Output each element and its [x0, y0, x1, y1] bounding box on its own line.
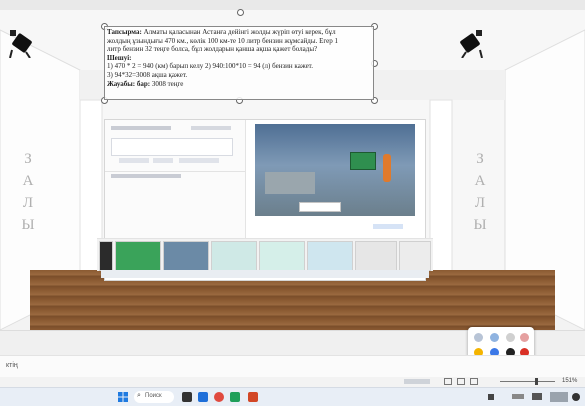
clock[interactable] — [550, 392, 568, 402]
pen-palette[interactable] — [468, 327, 534, 355]
normal-view-icon[interactable] — [444, 378, 452, 385]
scene-character — [383, 154, 391, 182]
zoom-slider-thumb[interactable] — [535, 378, 538, 385]
thumbnail — [163, 241, 209, 271]
problem-textbox[interactable]: Тапсырма: Алматы қаласынан Астанға дейін… — [104, 26, 374, 100]
scene-caption-box — [299, 202, 341, 212]
embedded-taskbar — [101, 270, 429, 278]
system-tray-icon[interactable] — [488, 394, 494, 400]
notes-toggle-button[interactable] — [404, 379, 430, 384]
network-icon[interactable] — [532, 393, 542, 400]
embedded-chip — [119, 158, 149, 163]
powerpoint-icon[interactable] — [248, 392, 258, 402]
thumbnail — [307, 241, 353, 271]
scene-desks — [265, 172, 315, 194]
solution-label: Шешуі: — [107, 53, 132, 62]
store-icon[interactable] — [230, 392, 240, 402]
left-letter: А — [22, 173, 34, 189]
close-icon[interactable] — [520, 333, 529, 342]
task-label: Тапсырма: — [107, 28, 142, 36]
solution-line: 1) 470 * 2 = 940 (км) барып келу 2) 940:… — [107, 62, 313, 71]
slide-canvas: З А Л Ы З А Л Ы Тапсырма: Алматы қаласын… — [0, 0, 585, 355]
color-swatch-yellow[interactable] — [474, 348, 483, 355]
notification-icon[interactable] — [572, 393, 580, 401]
embedded-scene-image — [255, 124, 415, 216]
taskbar-search-box[interactable]: Поиск ⌕ — [134, 391, 174, 403]
zoom-slider[interactable] — [500, 381, 555, 382]
right-letter: З — [476, 151, 484, 167]
edge-browser-icon[interactable] — [198, 392, 208, 402]
pencil-icon[interactable] — [506, 333, 515, 342]
language-indicator[interactable] — [512, 394, 524, 399]
chrome-browser-icon[interactable] — [214, 392, 224, 402]
task-line: Тапсырма: Алматы қаласынан Астанға дейін… — [107, 28, 371, 37]
highlighter-icon[interactable] — [490, 333, 499, 342]
embedded-app-screenshot — [97, 120, 433, 280]
stage-lamp-left-icon — [9, 30, 32, 58]
task-text: Алматы қаласынан Астанға дейінгі жолды ж… — [141, 28, 336, 36]
right-pillar — [429, 99, 453, 281]
embedded-left-pane — [105, 120, 246, 238]
thumbnail — [99, 241, 113, 271]
answer-label: Жауабы: бар: — [107, 79, 151, 88]
right-letter: Л — [474, 195, 486, 211]
notes-pane[interactable]: ктің — [0, 355, 585, 378]
thumbnail — [355, 241, 397, 271]
solution-line: 3) 94*32=3008 ақша қажет. — [107, 70, 188, 79]
answer-line: Жауабы: бар: 3008 теңге — [107, 80, 371, 89]
color-swatch-blue[interactable] — [490, 348, 499, 355]
sorter-view-icon[interactable] — [457, 378, 465, 385]
color-swatch-red[interactable] — [520, 348, 529, 355]
right-letter: А — [474, 173, 486, 189]
embedded-thumbnail-strip — [97, 238, 433, 271]
embedded-button — [373, 224, 403, 229]
thumbnail — [259, 241, 305, 271]
notes-text: ктің — [6, 362, 18, 369]
answer-value: 3008 теңге — [150, 79, 184, 88]
color-swatch-black[interactable] — [506, 348, 515, 355]
left-side-text: З А Л Ы — [18, 148, 38, 236]
windows-taskbar: Поиск ⌕ — [0, 387, 585, 406]
left-letter: Ы — [21, 217, 35, 233]
embedded-chip — [179, 158, 219, 163]
rotate-handle[interactable] — [237, 9, 244, 16]
status-bar: 151% — [0, 377, 585, 387]
task-line: литр бензин 32 теңге болса, бұл жолдарын… — [107, 45, 318, 54]
embedded-text-line — [111, 174, 181, 178]
stage-lamp-right-icon — [460, 30, 483, 58]
thumbnail — [211, 241, 257, 271]
thumbnail — [399, 241, 431, 271]
solution-heading: Шешуі: — [107, 54, 371, 63]
task-line: жолдың ұзындығы 470 км., көлік 100 км-те… — [107, 36, 338, 45]
task-view-icon[interactable] — [182, 392, 192, 402]
search-icon: ⌕ — [137, 392, 141, 399]
windows-start-icon[interactable] — [118, 392, 128, 402]
reading-view-icon[interactable] — [470, 378, 478, 385]
zoom-level[interactable]: 151% — [562, 378, 577, 384]
scene-board — [350, 152, 376, 170]
left-letter: З — [24, 151, 32, 167]
thumbnail — [115, 241, 161, 271]
left-letter: Л — [22, 195, 34, 211]
search-label: Поиск — [145, 393, 162, 399]
right-letter: Ы — [473, 217, 487, 233]
embedded-chip — [153, 158, 173, 163]
embedded-divider — [105, 171, 245, 172]
embedded-text-line — [111, 126, 171, 130]
embedded-text-line — [191, 126, 231, 130]
right-side-text: З А Л Ы — [470, 148, 490, 236]
embedded-input — [111, 138, 233, 156]
pen-tool-icon[interactable] — [474, 333, 483, 342]
